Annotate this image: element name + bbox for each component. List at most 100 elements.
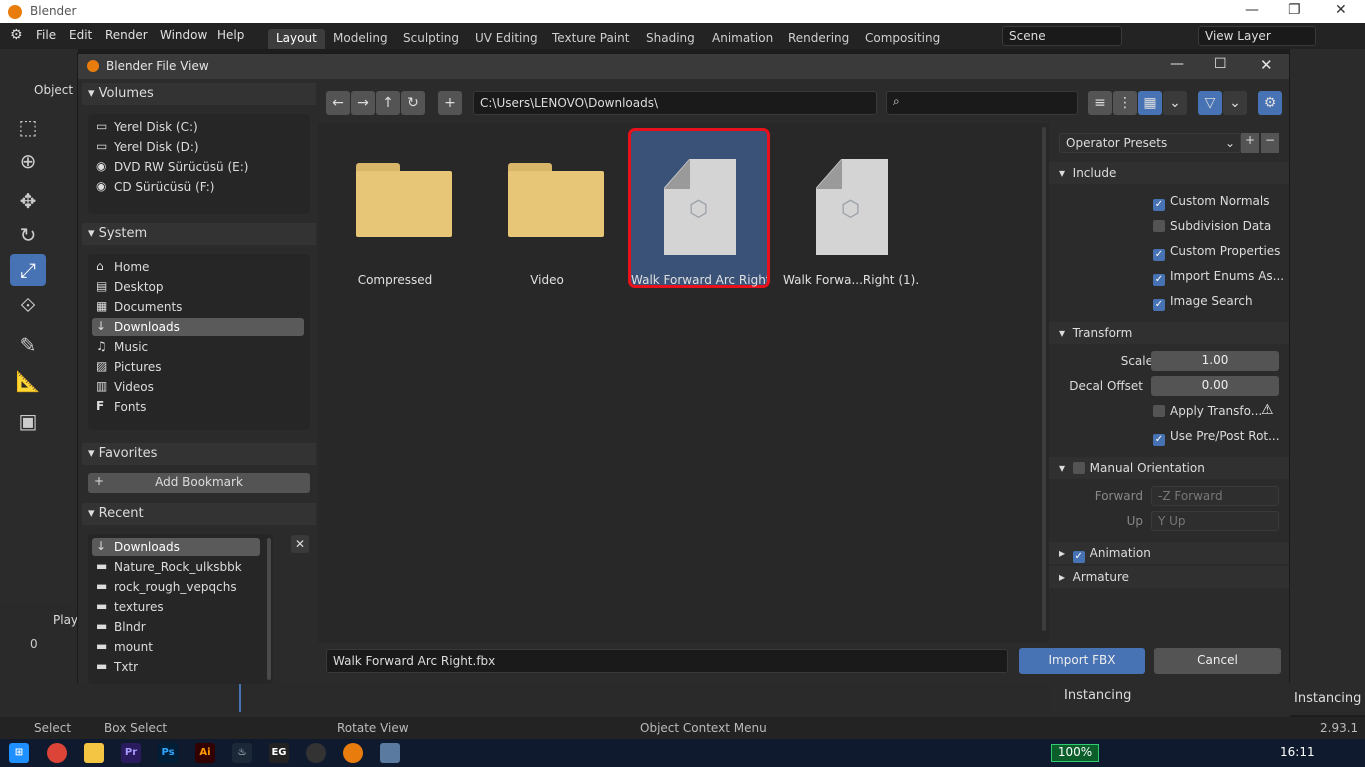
search-input[interactable]: ⌕ bbox=[886, 91, 1078, 115]
recent-scrollbar[interactable] bbox=[267, 538, 271, 680]
vertical-list-icon[interactable]: ≡ bbox=[1088, 91, 1112, 115]
add-preset-icon[interactable]: + bbox=[1241, 133, 1259, 153]
volume-d[interactable]: ▭ Yerel Disk (D:) bbox=[92, 138, 304, 156]
forward-icon[interactable]: → bbox=[351, 91, 375, 115]
up-dropdown[interactable]: Y Up bbox=[1151, 511, 1279, 531]
menu-file[interactable]: File bbox=[36, 28, 56, 42]
chrome-icon[interactable] bbox=[47, 743, 67, 763]
parent-dir-icon[interactable]: ↑ bbox=[376, 91, 400, 115]
measure-tool-icon[interactable]: 📐 bbox=[10, 365, 46, 397]
object-mode-label[interactable]: Object bbox=[34, 83, 73, 97]
recent-item[interactable]: ▬ textures bbox=[92, 598, 260, 616]
armature-header[interactable]: ▸ Armature bbox=[1049, 566, 1289, 588]
playback-label[interactable]: Play bbox=[53, 613, 78, 627]
import-fbx-button[interactable]: Import FBX bbox=[1019, 648, 1145, 674]
system-home[interactable]: ⌂ Home bbox=[92, 258, 304, 276]
tab-shading[interactable]: Shading bbox=[638, 29, 703, 49]
manual-orientation-header[interactable]: ▾ Manual Orientation bbox=[1049, 457, 1289, 479]
file-item-folder[interactable]: Video bbox=[479, 131, 615, 287]
close-window-icon[interactable]: ✕ bbox=[1335, 2, 1347, 18]
scale-field[interactable]: 1.00 bbox=[1151, 351, 1279, 371]
premiere-icon[interactable]: Pr bbox=[121, 743, 141, 763]
dialog-close-icon[interactable]: ✕ bbox=[1260, 56, 1273, 74]
instancing-label[interactable]: Instancing bbox=[1294, 691, 1361, 706]
recent-item[interactable]: ↓ Downloads bbox=[92, 538, 260, 556]
menu-help[interactable]: Help bbox=[217, 28, 244, 42]
path-field[interactable]: C:\Users\LENOVO\Downloads\ bbox=[473, 91, 877, 115]
file-item-folder[interactable]: Compressed bbox=[327, 131, 463, 287]
scale-tool-icon[interactable]: ⤢ bbox=[10, 254, 46, 286]
thumbnails-icon[interactable]: ▦ bbox=[1138, 91, 1162, 115]
window-app-icon[interactable] bbox=[380, 743, 400, 763]
transform-header[interactable]: ▾ Transform bbox=[1049, 322, 1289, 344]
playhead[interactable] bbox=[239, 680, 241, 712]
import-enums-checkbox[interactable]: ✓ Import Enums As... bbox=[1153, 269, 1284, 286]
system-desktop[interactable]: ▤ Desktop bbox=[92, 278, 304, 296]
minimize-icon[interactable]: — bbox=[1245, 2, 1259, 18]
manual-orientation-checkbox[interactable] bbox=[1072, 462, 1085, 474]
operator-presets-dropdown[interactable]: Operator Presets ⌄ bbox=[1059, 133, 1241, 153]
forward-dropdown[interactable]: -Z Forward bbox=[1151, 486, 1279, 506]
new-folder-icon[interactable]: + bbox=[438, 91, 462, 115]
settings-gear-icon[interactable]: ⚙ bbox=[1258, 91, 1282, 115]
system-music[interactable]: ♫ Music bbox=[92, 338, 304, 356]
illustrator-icon[interactable]: Ai bbox=[195, 743, 215, 763]
filter-dropdown-icon[interactable]: ⌄ bbox=[1223, 91, 1247, 115]
animation-checkbox[interactable]: ✓ bbox=[1072, 551, 1085, 563]
system-videos[interactable]: ▥ Videos bbox=[92, 378, 304, 396]
explorer-icon[interactable] bbox=[84, 743, 104, 763]
system-pictures[interactable]: ▨ Pictures bbox=[92, 358, 304, 376]
remove-preset-icon[interactable]: − bbox=[1261, 133, 1279, 153]
subdivision-data-checkbox[interactable]: Subdivision Data bbox=[1153, 219, 1271, 233]
file-item-selected[interactable]: ⬡ Walk Forward Arc Right... bbox=[628, 128, 770, 288]
instancing-panel-label[interactable]: Instancing bbox=[1064, 688, 1131, 703]
cursor-tool-icon[interactable]: ⊕ bbox=[10, 145, 46, 177]
menu-window[interactable]: Window bbox=[160, 28, 207, 42]
transform-tool-icon[interactable]: ⟐ bbox=[10, 289, 46, 321]
custom-normals-checkbox[interactable]: ✓ Custom Normals bbox=[1153, 194, 1269, 211]
apply-transform-checkbox[interactable]: Apply Transfo... bbox=[1153, 404, 1262, 418]
steam-icon[interactable]: ♨ bbox=[232, 743, 252, 763]
epic-games-icon[interactable]: EG bbox=[269, 743, 289, 763]
recent-item[interactable]: ▬ Txtr bbox=[92, 658, 260, 676]
app-icon[interactable] bbox=[306, 743, 326, 763]
image-search-checkbox[interactable]: ✓ Image Search bbox=[1153, 294, 1253, 311]
recent-item[interactable]: ▬ Nature_Rock_ulksbbk bbox=[92, 558, 260, 576]
photoshop-icon[interactable]: Ps bbox=[158, 743, 178, 763]
view-layer-field[interactable]: View Layer bbox=[1198, 26, 1316, 46]
volumes-header[interactable]: ▾ Volumes bbox=[82, 83, 316, 105]
rotate-tool-icon[interactable]: ↻ bbox=[10, 219, 46, 251]
favorites-header[interactable]: ▾ Favorites bbox=[82, 443, 316, 465]
file-item[interactable]: ⬡ Walk Forwa...Right (1).fbx bbox=[783, 131, 919, 287]
clear-recent-icon[interactable]: ✕ bbox=[291, 535, 309, 553]
tab-modeling[interactable]: Modeling bbox=[325, 29, 396, 49]
cancel-button[interactable]: Cancel bbox=[1154, 648, 1281, 674]
system-downloads[interactable]: ↓ Downloads bbox=[92, 318, 304, 336]
windows-start-icon[interactable]: ⊞ bbox=[9, 743, 29, 763]
recent-item[interactable]: ▬ Blndr bbox=[92, 618, 260, 636]
menu-render[interactable]: Render bbox=[105, 28, 148, 42]
annotate-tool-icon[interactable]: ✎ bbox=[10, 329, 46, 361]
recent-item[interactable]: ▬ mount bbox=[92, 638, 260, 656]
blender-taskbar-icon[interactable] bbox=[343, 743, 363, 763]
tab-layout[interactable]: Layout bbox=[268, 29, 325, 49]
system-header[interactable]: ▾ System bbox=[82, 223, 316, 245]
tab-uv-editing[interactable]: UV Editing bbox=[467, 29, 546, 49]
add-cube-tool-icon[interactable]: ▣ bbox=[10, 405, 46, 437]
system-fonts[interactable]: F Fonts bbox=[92, 398, 304, 416]
tab-rendering[interactable]: Rendering bbox=[780, 29, 857, 49]
decal-offset-field[interactable]: 0.00 bbox=[1151, 376, 1279, 396]
tab-animation[interactable]: Animation bbox=[704, 29, 781, 49]
tab-texture-paint[interactable]: Texture Paint bbox=[544, 29, 637, 49]
volume-e[interactable]: ◉ DVD RW Sürücüsü (E:) bbox=[92, 158, 304, 176]
blender-menu-icon[interactable]: ⚙ bbox=[10, 27, 23, 43]
add-bookmark-button[interactable]: + Add Bookmark bbox=[88, 473, 310, 493]
refresh-icon[interactable]: ↻ bbox=[401, 91, 425, 115]
tab-compositing[interactable]: Compositing bbox=[857, 29, 948, 49]
select-tool-icon[interactable]: ⬚ bbox=[10, 111, 46, 143]
volume-f[interactable]: ◉ CD Sürücüsü (F:) bbox=[92, 178, 304, 196]
horizontal-list-icon[interactable]: ⋮ bbox=[1113, 91, 1137, 115]
filename-input[interactable]: Walk Forward Arc Right.fbx bbox=[326, 649, 1008, 673]
menu-edit[interactable]: Edit bbox=[69, 28, 92, 42]
system-documents[interactable]: ▦ Documents bbox=[92, 298, 304, 316]
